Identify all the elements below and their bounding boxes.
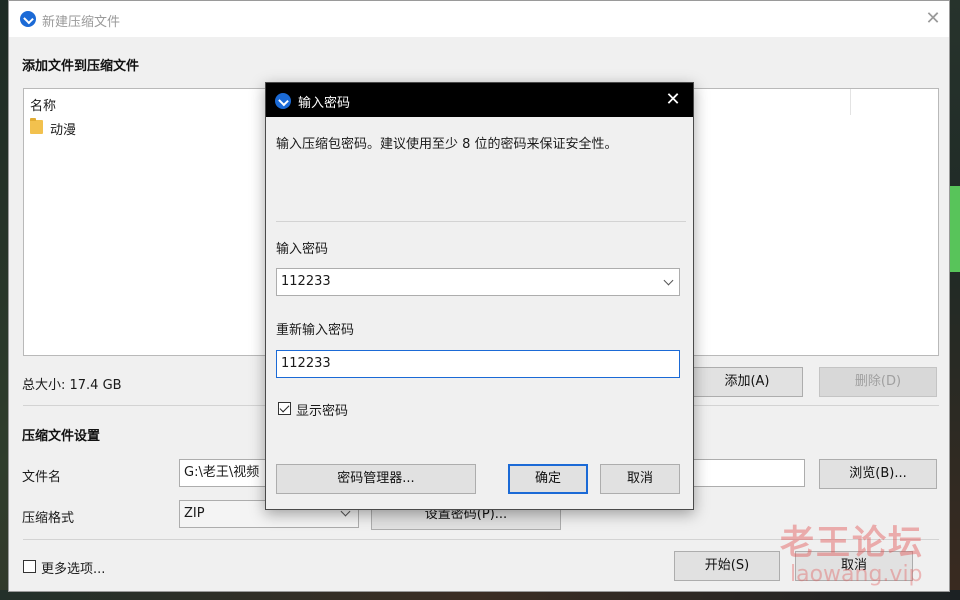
total-size-text: 总大小: 17.4 GB (22, 378, 122, 393)
main-titlebar: 新建压缩文件 ✕ (9, 1, 949, 37)
password-label: 输入密码 (276, 242, 329, 257)
folder-icon (30, 118, 43, 134)
list-item-label: 动漫 (50, 123, 77, 138)
password-input-value: 112233 (281, 274, 331, 289)
column-divider (850, 89, 851, 115)
ok-button[interactable]: 确定 (508, 464, 588, 494)
close-icon[interactable]: ✕ (660, 88, 686, 112)
password-manager-button[interactable]: 密码管理器... (276, 464, 476, 494)
divider (276, 221, 686, 222)
dialog-cancel-button[interactable]: 取消 (600, 464, 680, 494)
app-icon (275, 93, 291, 109)
dialog-titlebar: 输入密码 ✕ (266, 83, 693, 117)
show-password-label[interactable]: 显示密码 (296, 400, 348, 419)
password-dialog: 输入密码 ✕ 输入压缩包密码。建议使用至少 8 位的密码来保证安全性。 输入密码… (265, 82, 694, 510)
close-icon[interactable]: ✕ (921, 7, 945, 31)
archive-settings-heading: 压缩文件设置 (22, 429, 101, 444)
confirm-password-input[interactable]: 112233 (276, 350, 680, 378)
format-select-value: ZIP (184, 506, 205, 521)
app-icon (20, 11, 36, 27)
add-files-heading: 添加文件到压缩文件 (22, 59, 140, 74)
show-password-checkbox[interactable] (278, 402, 291, 415)
format-label: 压缩格式 (22, 511, 75, 526)
delete-button[interactable]: 删除(D) (819, 367, 937, 397)
password-hint: 输入压缩包密码。建议使用至少 8 位的密码来保证安全性。 (276, 137, 618, 152)
filename-label: 文件名 (22, 470, 62, 485)
window-title: 新建压缩文件 (42, 15, 121, 30)
dialog-title: 输入密码 (298, 96, 351, 111)
more-options-label[interactable]: 更多选项... (41, 558, 105, 577)
column-header-name[interactable]: 名称 (30, 95, 56, 114)
add-button[interactable]: 添加(A) (691, 367, 803, 397)
password-input[interactable]: 112233 (276, 268, 680, 296)
browse-button[interactable]: 浏览(B)... (819, 459, 937, 489)
more-options-checkbox[interactable] (23, 560, 36, 573)
watermark-url: laowang.vip (790, 562, 923, 587)
chevron-down-icon[interactable] (663, 275, 674, 286)
confirm-password-label: 重新输入密码 (276, 323, 355, 338)
watermark-text: 老王论坛 (780, 523, 924, 563)
start-button[interactable]: 开始(S) (674, 551, 780, 581)
